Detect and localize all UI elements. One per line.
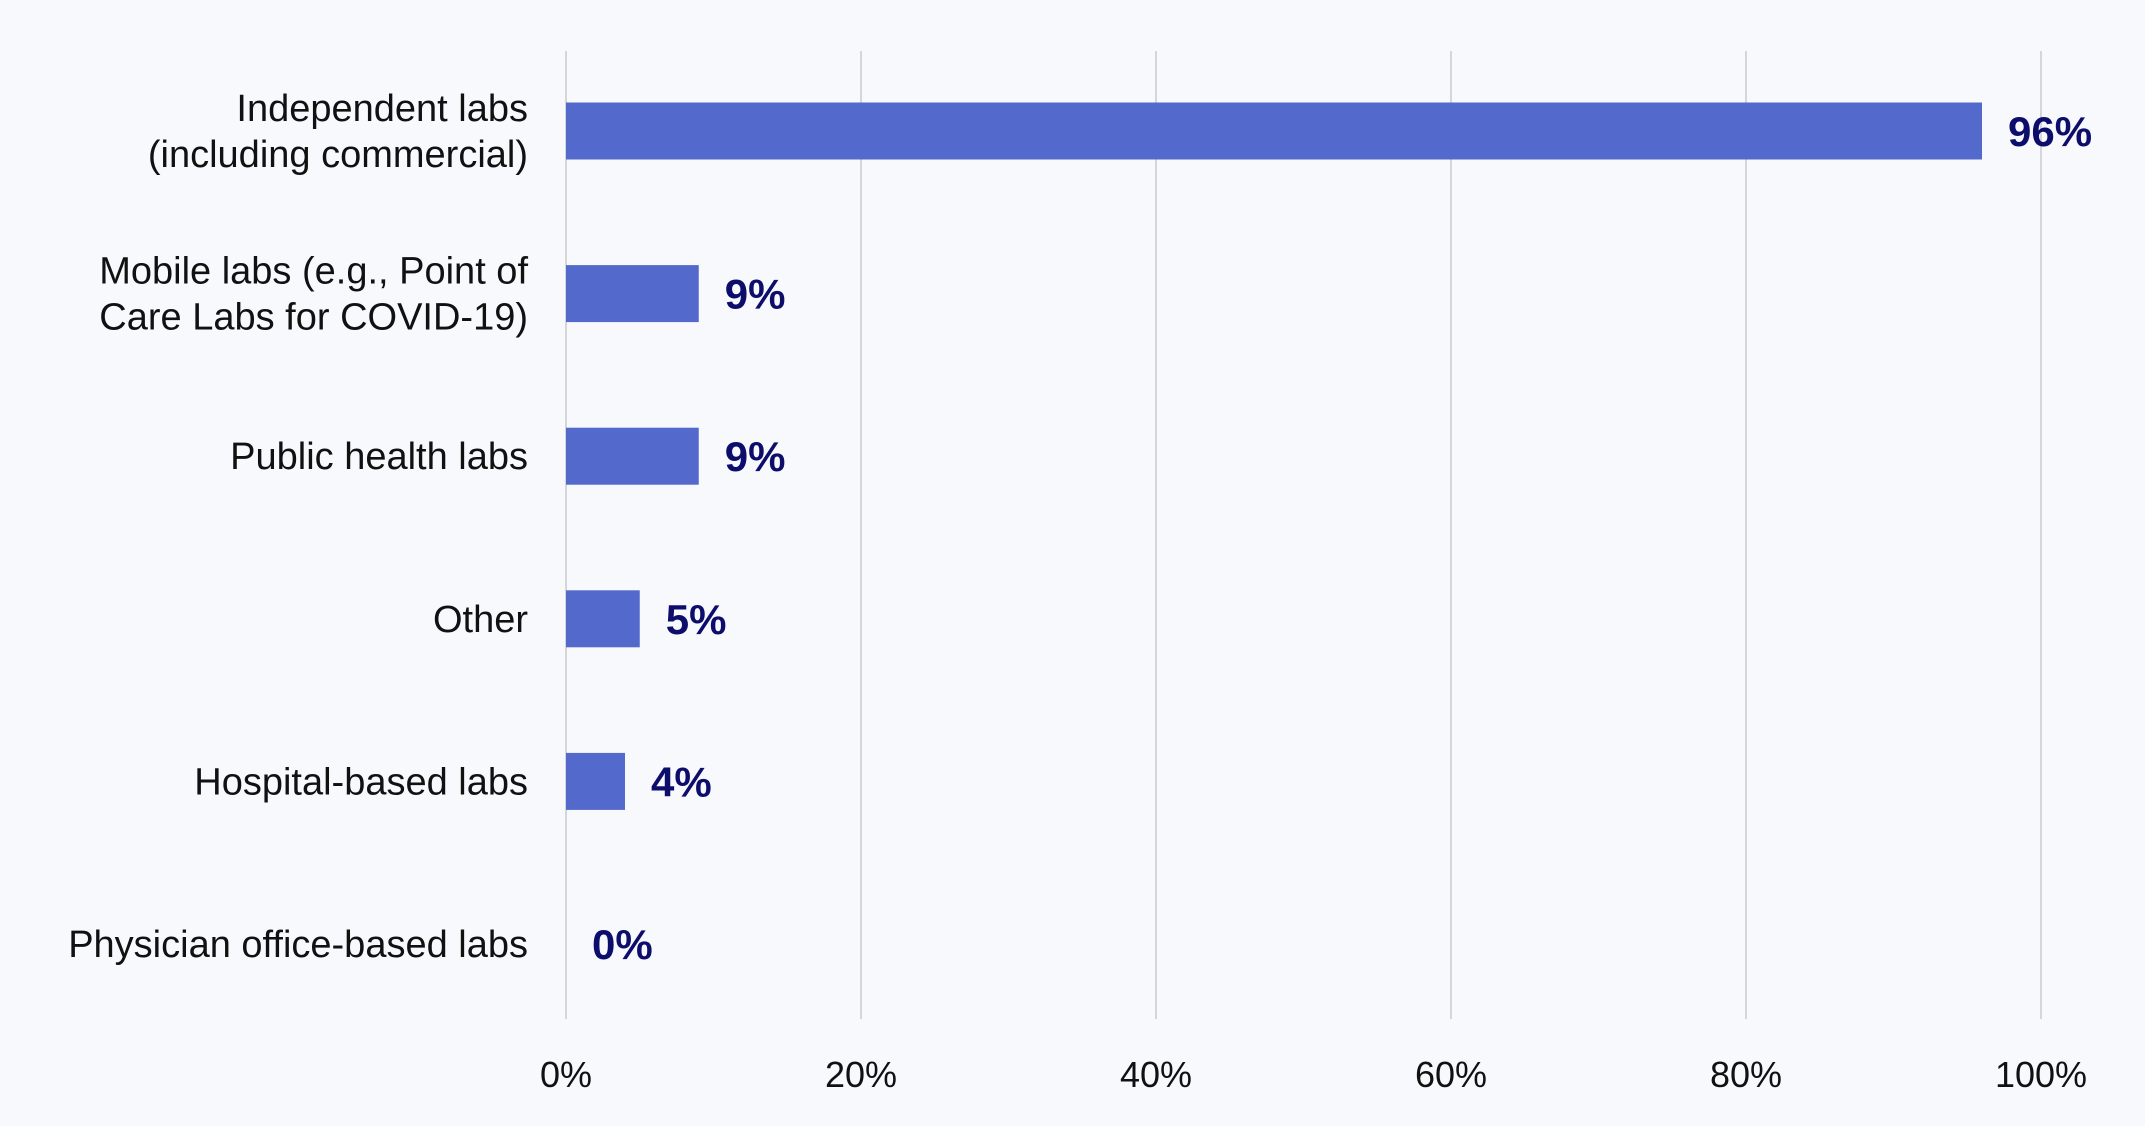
bar-chart: 0% 20% 40% 60% 80% 100% Independent labs(inclu… xyxy=(68,51,2092,1095)
bar xyxy=(566,427,699,485)
x-tick-label: 40% xyxy=(1120,1054,1192,1095)
category-label: Other xyxy=(433,599,528,641)
bar xyxy=(566,752,625,810)
bar xyxy=(566,590,640,648)
bar xyxy=(566,102,1982,160)
category-label: Care Labs for COVID-19) xyxy=(99,297,528,339)
category-label: Public health labs xyxy=(230,436,528,478)
x-tick-label: 60% xyxy=(1415,1054,1487,1095)
bar xyxy=(566,265,699,323)
value-label: 9% xyxy=(725,433,786,480)
value-label: 96% xyxy=(2008,108,2092,155)
category-label: Mobile labs (e.g., Point of xyxy=(99,251,528,293)
x-tick-label: 20% xyxy=(825,1054,897,1095)
value-label: 0% xyxy=(592,921,653,968)
category-label: Physician office-based labs xyxy=(68,924,528,966)
category-label: (including commercial) xyxy=(148,134,528,176)
value-label: 4% xyxy=(651,758,712,805)
x-tick-label: 100% xyxy=(1995,1054,2087,1095)
value-label: 5% xyxy=(666,596,727,643)
value-label: 9% xyxy=(725,271,786,318)
category-label: Independent labs xyxy=(236,88,528,130)
x-tick-label: 0% xyxy=(540,1054,592,1095)
category-label: Hospital-based labs xyxy=(194,761,528,803)
x-tick-label: 80% xyxy=(1710,1054,1782,1095)
